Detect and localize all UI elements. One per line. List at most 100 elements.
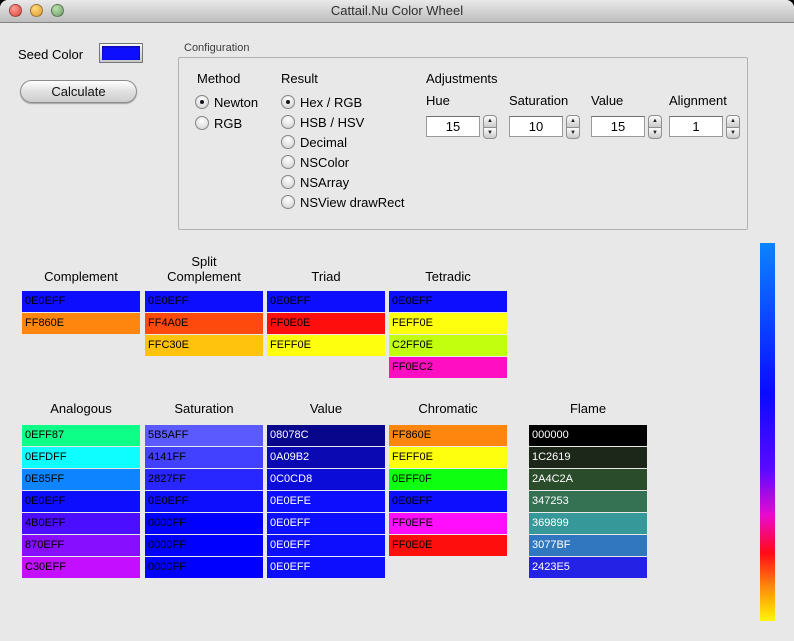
radio-icon	[195, 116, 209, 130]
color-swatch: 0E0EFF	[22, 491, 140, 512]
palette-group-split-complement: Split Complement 0E0EFF FF4A0E FFC30E	[145, 250, 263, 357]
saturation-stepper-down-icon[interactable]: ▼	[566, 127, 580, 139]
radio-selected-icon	[195, 95, 209, 109]
palette-group-triad: Triad 0E0EFF FF0E0E FEFF0E	[267, 250, 385, 357]
hue-stepper-up-icon[interactable]: ▲	[483, 115, 497, 127]
palette-group-title-text: Analogous	[50, 401, 112, 416]
radio-icon	[281, 135, 295, 149]
color-swatch: 0E0EFF	[267, 557, 385, 578]
seed-color-well[interactable]	[99, 43, 143, 63]
hue-stepper-down-icon[interactable]: ▼	[483, 127, 497, 139]
color-swatch: 4141FF	[145, 447, 263, 468]
alignment-stepper-up-icon[interactable]: ▲	[726, 115, 740, 127]
hue-label: Hue	[426, 93, 450, 108]
palette-group-title: Analogous	[22, 392, 140, 416]
alignment-stepper-down-icon[interactable]: ▼	[726, 127, 740, 139]
palette-group-title: Triad	[267, 250, 385, 284]
value-stepper-up-icon[interactable]: ▲	[648, 115, 662, 127]
palette-group-title-text: Split Complement	[167, 254, 241, 284]
alignment-input[interactable]	[669, 116, 723, 137]
value-label: Value	[591, 93, 624, 108]
radio-selected-icon	[281, 95, 295, 109]
palette-group-saturation: Saturation 5B5AFF 4141FF 2827FF 0E0EFF 0000FF…	[145, 392, 263, 579]
color-swatch: 0EFDFF	[22, 447, 140, 468]
palette-group-chromatic: Chromatic FF860E FEFF0E 0EFF0F 0E0EFF FF0EFE F…	[389, 392, 507, 557]
radio-result-nscolor[interactable]: NSColor	[281, 154, 405, 170]
color-swatch: FF0E0E	[389, 535, 507, 556]
title-bar[interactable]: Cattail.Nu Color Wheel	[0, 0, 794, 23]
color-swatch: FFC30E	[145, 335, 263, 356]
radio-label: Decimal	[300, 134, 347, 150]
palette-group-title: Saturation	[145, 392, 263, 416]
color-swatch: 0000FF	[145, 513, 263, 534]
color-swatch: 08078C	[267, 425, 385, 446]
color-swatch: 0000FF	[145, 535, 263, 556]
calculate-button[interactable]: Calculate	[20, 80, 137, 103]
palette-group-title: Complement	[22, 250, 140, 284]
radio-result-hsb-hsv[interactable]: HSB / HSV	[281, 114, 405, 130]
color-swatch: FF860E	[389, 425, 507, 446]
radio-method-rgb[interactable]: RGB	[195, 115, 258, 131]
color-swatch: 0E0EFF	[145, 291, 263, 312]
seed-color-swatch	[102, 46, 140, 60]
palette-group-title-text: Flame	[569, 401, 607, 416]
color-swatch: FEFF0E	[389, 313, 507, 334]
radio-label: NSColor	[300, 154, 350, 170]
radio-label: HSB / HSV	[300, 114, 365, 130]
saturation-input[interactable]	[509, 116, 563, 137]
adjustments-column-label: Adjustments	[426, 71, 498, 86]
palette-group-title: Flame	[529, 392, 647, 416]
value-input[interactable]	[591, 116, 645, 137]
palette-group-flame: Flame 000000 1C2619 2A4C2A 347253 369899 3077B…	[529, 392, 647, 579]
palette-group-tetradic: Tetradic 0E0EFF FEFF0E C2FF0E FF0EC2	[389, 250, 507, 379]
color-swatch: 0E0EFF	[22, 291, 140, 312]
color-swatch: FEFF0E	[267, 335, 385, 356]
radio-label: NSView drawRect	[300, 194, 405, 210]
color-swatch: 1C2619	[529, 447, 647, 468]
color-swatch: FF0E0E	[267, 313, 385, 334]
color-swatch: FEFF0E	[389, 447, 507, 468]
palette-group-title-text: Value	[309, 401, 343, 416]
color-swatch: C30EFF	[22, 557, 140, 578]
palette-group-value: Value 08078C 0A09B2 0C0CD8 0E0EFE 0E0EFF 0E0EF…	[267, 392, 385, 579]
palette-group-title: Value	[267, 392, 385, 416]
color-swatch: 2A4C2A	[529, 469, 647, 490]
saturation-stepper: ▲ ▼	[566, 115, 580, 139]
color-swatch: 0C0CD8	[267, 469, 385, 490]
value-stepper: ▲ ▼	[648, 115, 662, 139]
radio-result-nsview-drawrect[interactable]: NSView drawRect	[281, 194, 405, 210]
color-swatch: 0E0EFF	[145, 491, 263, 512]
color-swatch: FF860E	[22, 313, 140, 334]
saturation-stepper-up-icon[interactable]: ▲	[566, 115, 580, 127]
color-swatch: 0000FF	[145, 557, 263, 578]
color-swatch: 0E0EFF	[267, 291, 385, 312]
radio-method-newton[interactable]: Newton	[195, 94, 258, 110]
color-swatch: 0EFF0F	[389, 469, 507, 490]
radio-icon	[281, 175, 295, 189]
alignment-label: Alignment	[669, 93, 727, 108]
hue-input[interactable]	[426, 116, 480, 137]
color-swatch: 000000	[529, 425, 647, 446]
result-radio-group: Hex / RGB HSB / HSV Decimal NSColor NSArray N…	[281, 94, 405, 210]
palette-group-title-text: Chromatic	[418, 401, 478, 416]
color-swatch: 4B0EFF	[22, 513, 140, 534]
palette-group-title-text: Complement	[44, 269, 118, 284]
palette-group-title-text: Tetradic	[425, 269, 471, 284]
radio-label: RGB	[214, 115, 243, 131]
saturation-label: Saturation	[509, 93, 569, 108]
app-window: Cattail.Nu Color Wheel Seed Color Calcul…	[0, 0, 794, 641]
radio-result-decimal[interactable]: Decimal	[281, 134, 405, 150]
seed-color-label: Seed Color	[18, 47, 84, 62]
color-swatch: 5B5AFF	[145, 425, 263, 446]
radio-result-hex-rgb[interactable]: Hex / RGB	[281, 94, 405, 110]
method-radio-group: Newton RGB	[195, 94, 258, 131]
radio-label: NSArray	[300, 174, 350, 190]
value-stepper-down-icon[interactable]: ▼	[648, 127, 662, 139]
radio-result-nsarray[interactable]: NSArray	[281, 174, 405, 190]
palette-group-title: Split Complement	[145, 250, 263, 284]
palette-group-title: Tetradic	[389, 250, 507, 284]
color-swatch: 3077BF	[529, 535, 647, 556]
color-swatch: 0E0EFE	[267, 491, 385, 512]
color-swatch: FF0EFE	[389, 513, 507, 534]
radio-icon	[281, 195, 295, 209]
